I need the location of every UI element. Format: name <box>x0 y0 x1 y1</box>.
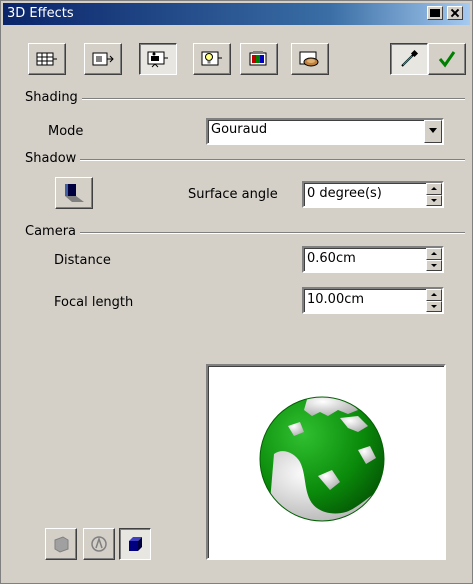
3d-effects-dialog: 3D Effects Shading Mode Gouraud Shadow S… <box>0 0 473 584</box>
globe-preview <box>259 396 385 522</box>
distance-label: Distance <box>54 253 111 268</box>
shadow-toggle-icon <box>65 184 84 202</box>
shadow-section-title: Shadow <box>25 151 81 166</box>
spin-up-icon[interactable] <box>426 289 442 301</box>
3d-preview-area[interactable] <box>206 364 446 560</box>
update-button[interactable] <box>390 43 428 75</box>
convert-to-lathe-icon <box>91 536 107 552</box>
shading-divider <box>25 98 465 100</box>
window-title: 3D Effects <box>7 6 74 21</box>
camera-tab-button[interactable] <box>139 43 177 75</box>
spin-up-icon[interactable] <box>426 248 442 260</box>
perspective-toggle-button[interactable] <box>119 528 151 560</box>
geometry-icon <box>36 52 57 66</box>
textures-icon <box>249 51 267 66</box>
convert-to-lathe-button[interactable] <box>83 528 115 560</box>
surface-angle-label: Surface angle <box>188 187 278 202</box>
spin-down-icon[interactable] <box>426 194 442 206</box>
shadow-toggle-button[interactable] <box>55 177 93 209</box>
camera-icon <box>147 51 168 68</box>
perspective-icon <box>129 537 142 551</box>
shading-section-title: Shading <box>25 90 82 105</box>
focal-length-spinbox[interactable]: 10.00cm <box>302 287 444 314</box>
mode-label: Mode <box>48 124 84 139</box>
material-button[interactable] <box>291 43 329 75</box>
focal-length-value: 10.00cm <box>307 292 365 307</box>
distance-spinbox[interactable]: 0.60cm <box>302 246 444 273</box>
mode-value: Gouraud <box>211 122 268 137</box>
checkmark-icon <box>438 51 456 68</box>
convert-to-3d-button[interactable] <box>45 528 77 560</box>
convert-to-3d-icon <box>54 536 69 553</box>
chevron-down-icon[interactable] <box>424 120 442 143</box>
spin-down-icon[interactable] <box>426 300 442 312</box>
distance-value: 0.60cm <box>307 251 356 266</box>
title-bar[interactable]: 3D Effects <box>3 3 470 25</box>
material-icon <box>299 51 319 67</box>
minimize-button[interactable] <box>427 6 443 20</box>
illumination-icon <box>201 51 222 66</box>
textures-button[interactable] <box>240 43 278 75</box>
close-button[interactable] <box>447 6 463 20</box>
shading-button[interactable] <box>84 43 122 75</box>
shading-icon <box>92 52 114 66</box>
camera-section-title: Camera <box>25 224 81 239</box>
geometry-button[interactable] <box>28 43 66 75</box>
spin-up-icon[interactable] <box>426 183 442 195</box>
eyedropper-icon <box>401 49 419 67</box>
mode-select[interactable]: Gouraud <box>206 118 444 145</box>
illumination-button[interactable] <box>193 43 231 75</box>
surface-angle-spinbox[interactable]: 0 degree(s) <box>302 181 444 208</box>
assign-button[interactable] <box>428 43 466 75</box>
shadow-divider <box>25 159 465 161</box>
surface-angle-value: 0 degree(s) <box>307 186 382 201</box>
camera-divider <box>25 232 465 234</box>
focal-length-label: Focal length <box>54 295 134 310</box>
spin-down-icon[interactable] <box>426 259 442 271</box>
